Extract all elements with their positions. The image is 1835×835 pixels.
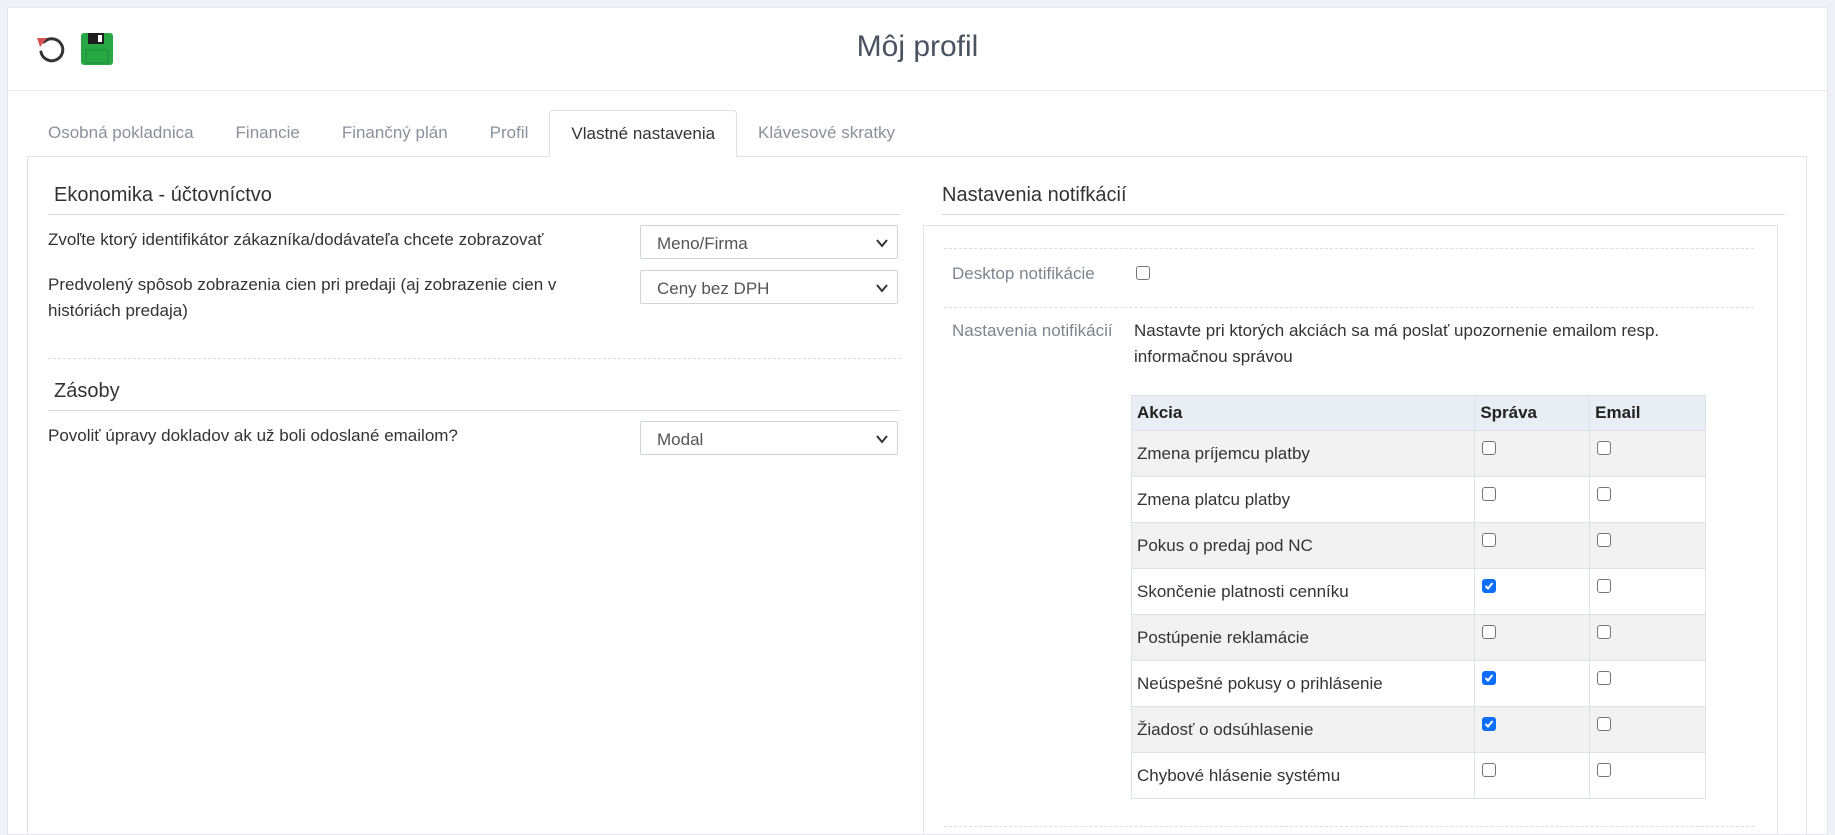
tab-custom-settings[interactable]: Vlastné nastavenia bbox=[549, 110, 738, 157]
action-cell: Zmena platcu platby bbox=[1130, 476, 1476, 523]
message-checkbox[interactable] bbox=[1482, 671, 1497, 685]
economics-section-title: Ekonomika - účtovníctvo bbox=[54, 184, 272, 206]
action-cell: Pokus o predaj pod NC bbox=[1130, 522, 1476, 569]
table-header-row: Akcia Správa Email bbox=[1130, 395, 1706, 431]
table-row: Zmena príjemcu platby bbox=[1130, 430, 1706, 477]
message-checkbox[interactable] bbox=[1482, 487, 1497, 501]
price-display-value: Ceny bez DPH bbox=[657, 279, 770, 298]
action-cell: Zmena príjemcu platby bbox=[1130, 430, 1476, 477]
notif-separator bbox=[944, 307, 1754, 308]
tab-finances[interactable]: Financie bbox=[215, 110, 321, 156]
message-checkbox[interactable] bbox=[1482, 441, 1497, 455]
table-row: Chybové hlásenie systému bbox=[1130, 752, 1706, 799]
message-cell bbox=[1474, 614, 1591, 661]
section-separator bbox=[48, 358, 901, 359]
message-checkbox[interactable] bbox=[1482, 533, 1497, 547]
message-cell bbox=[1474, 476, 1591, 523]
email-cell bbox=[1589, 614, 1706, 661]
message-cell bbox=[1474, 706, 1591, 753]
email-checkbox[interactable] bbox=[1597, 717, 1612, 731]
notification-settings-description: Nastavte pri ktorých akciách sa má posla… bbox=[1134, 321, 1660, 366]
message-checkbox[interactable] bbox=[1482, 763, 1497, 777]
customer-identifier-label: Zvoľte ktorý identifikátor zákazníka/dod… bbox=[48, 230, 544, 249]
message-cell bbox=[1474, 430, 1591, 477]
email-checkbox[interactable] bbox=[1597, 671, 1612, 685]
notif-separator bbox=[944, 248, 1754, 249]
tab-financial-plan[interactable]: Finančný plán bbox=[321, 110, 469, 156]
table-row: Skončenie platnosti cenníku bbox=[1130, 568, 1706, 615]
action-cell: Neúspešné pokusy o prihlásenie bbox=[1130, 660, 1476, 707]
allow-edits-value: Modal bbox=[657, 430, 704, 449]
chevron-down-icon bbox=[876, 284, 888, 293]
table-row: Postúpenie reklamácie bbox=[1130, 614, 1706, 661]
action-cell: Chybové hlásenie systému bbox=[1130, 752, 1476, 799]
message-checkbox[interactable] bbox=[1482, 625, 1497, 639]
message-cell bbox=[1474, 660, 1591, 707]
notifications-divider bbox=[942, 214, 1785, 215]
table-row: Neúspešné pokusy o prihlásenie bbox=[1130, 660, 1706, 707]
customer-identifier-value: Meno/Firma bbox=[657, 234, 748, 253]
desktop-notifications-checkbox[interactable] bbox=[1136, 266, 1150, 280]
email-checkbox[interactable] bbox=[1597, 441, 1612, 455]
message-checkbox[interactable] bbox=[1482, 717, 1497, 731]
page-title: Môj profil bbox=[856, 30, 979, 63]
email-checkbox[interactable] bbox=[1597, 763, 1612, 777]
notif-separator bbox=[944, 826, 1754, 827]
allow-edits-select[interactable]: Modal bbox=[640, 421, 898, 455]
message-checkbox[interactable] bbox=[1482, 579, 1497, 593]
email-cell bbox=[1589, 752, 1706, 799]
tab-bar: Osobná pokladnica Financie Finančný plán… bbox=[27, 110, 1807, 157]
email-cell bbox=[1589, 430, 1706, 477]
stock-divider bbox=[48, 410, 901, 411]
message-cell bbox=[1474, 522, 1591, 569]
chevron-down-icon bbox=[876, 435, 888, 444]
notifications-section-title: Nastavenia notifkácií bbox=[942, 184, 1127, 206]
allow-edits-label: Povoliť úpravy dokladov ak už boli odosl… bbox=[48, 426, 458, 445]
column-header-email: Email bbox=[1589, 395, 1706, 431]
price-display-label: Predvolený spôsob zobrazenia cien pri pr… bbox=[48, 275, 557, 320]
economics-divider bbox=[48, 214, 901, 215]
desktop-notifications-label: Desktop notifikácie bbox=[952, 264, 1095, 283]
email-checkbox[interactable] bbox=[1597, 625, 1612, 639]
table-row: Zmena platcu platby bbox=[1130, 476, 1706, 523]
page-header: Môj profil bbox=[8, 8, 1827, 91]
notifications-table: Akcia Správa Email Zmena príjemcu platby… bbox=[1130, 395, 1706, 799]
notification-settings-label: Nastavenia notifikácií bbox=[952, 321, 1113, 340]
message-cell bbox=[1474, 568, 1591, 615]
price-display-select[interactable]: Ceny bez DPH bbox=[640, 270, 898, 304]
action-cell: Postúpenie reklamácie bbox=[1130, 614, 1476, 661]
email-cell bbox=[1589, 660, 1706, 707]
column-header-message: Správa bbox=[1474, 395, 1591, 431]
table-row: Žiadosť o odsúhlasenie bbox=[1130, 706, 1706, 753]
email-checkbox[interactable] bbox=[1597, 533, 1612, 547]
tab-profile[interactable]: Profil bbox=[469, 110, 550, 156]
email-checkbox[interactable] bbox=[1597, 579, 1612, 593]
chevron-down-icon bbox=[876, 239, 888, 248]
customer-identifier-select[interactable]: Meno/Firma bbox=[640, 225, 898, 259]
profile-card: Môj profil Osobná pokladnica Financie Fi… bbox=[7, 7, 1828, 835]
column-header-action: Akcia bbox=[1130, 395, 1476, 431]
tab-keyboard-shortcuts[interactable]: Klávesové skratky bbox=[737, 110, 916, 156]
email-cell bbox=[1589, 706, 1706, 753]
email-cell bbox=[1589, 568, 1706, 615]
notifications-panel: Desktop notifikácie Nastavenia notifikác… bbox=[923, 225, 1778, 834]
action-cell: Žiadosť o odsúhlasenie bbox=[1130, 706, 1476, 753]
message-cell bbox=[1474, 752, 1591, 799]
email-checkbox[interactable] bbox=[1597, 487, 1612, 501]
stock-section-title: Zásoby bbox=[54, 380, 120, 402]
table-row: Pokus o predaj pod NC bbox=[1130, 522, 1706, 569]
tab-personal-cashbox[interactable]: Osobná pokladnica bbox=[27, 110, 215, 156]
action-cell: Skončenie platnosti cenníku bbox=[1130, 568, 1476, 615]
email-cell bbox=[1589, 522, 1706, 569]
email-cell bbox=[1589, 476, 1706, 523]
